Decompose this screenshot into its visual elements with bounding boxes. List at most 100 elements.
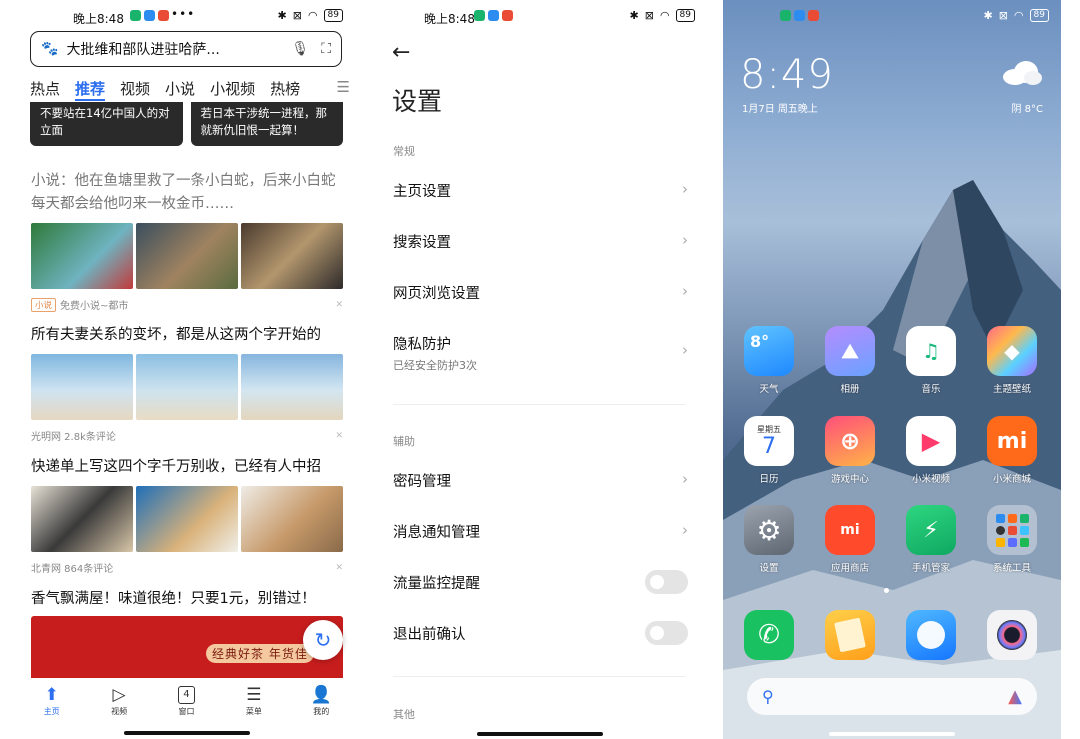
- setting-notifications[interactable]: 消息通知管理 ›: [393, 513, 688, 553]
- dock-browser[interactable]: [899, 610, 963, 660]
- date-text: 1月7日 周五晚上: [742, 104, 818, 115]
- setting-label: 退出前确认: [393, 627, 466, 643]
- chevron-right-icon: ›: [682, 231, 688, 249]
- ad-banner-image[interactable]: 经典好茶 年货佳: [31, 616, 343, 678]
- app-label: 相册: [840, 384, 860, 395]
- dismiss-icon[interactable]: ✕: [335, 300, 343, 310]
- notification-icons: [474, 10, 513, 21]
- tab-novel[interactable]: 小说: [165, 78, 195, 101]
- setting-passwords[interactable]: 密码管理 ›: [393, 462, 688, 502]
- search-bar[interactable]: 🐾 大批维和部队进驻哈萨... 🎙 ⛶: [30, 31, 342, 67]
- news-card[interactable]: 不要站在14亿中国人的对立面: [30, 102, 183, 146]
- toggle-knob: [650, 626, 664, 640]
- sim-icon: ⊠: [998, 9, 1008, 22]
- status-bar: 晚上8:48 ••• ✱ ⊠ ◠ 89: [18, 0, 355, 34]
- feed-title[interactable]: 香气飘满屋！味道很绝！只要1元，别错过！: [31, 588, 343, 611]
- app-security[interactable]: ⚡ 手机管家: [899, 505, 963, 574]
- app-themes[interactable]: ◆ 主题壁纸: [980, 326, 1044, 395]
- feed-tabs: 热点 推荐 视频 小说 小视频 热榜 ☰: [30, 78, 350, 101]
- app-game-center[interactable]: ⊕ 游戏中心: [818, 416, 882, 485]
- feed-title[interactable]: 所有夫妻关系的变坏，都是从这两个字开始的: [31, 324, 343, 347]
- cloud-icon: [1003, 61, 1042, 85]
- setting-search[interactable]: 搜索设置 ›: [393, 223, 688, 263]
- divider: [393, 404, 686, 405]
- phone-icon: ✆: [744, 610, 794, 660]
- camera-icon: [987, 610, 1037, 660]
- folder-app-icon: [1007, 537, 1017, 547]
- dock-camera[interactable]: [980, 610, 1044, 660]
- gallery-icon: ⛰: [825, 326, 875, 376]
- tab-short-video[interactable]: 小视频: [210, 78, 255, 101]
- folder-app-icon: [1007, 525, 1017, 535]
- search-query[interactable]: 大批维和部队进驻哈萨...: [66, 39, 279, 59]
- thumbnail-image: [31, 354, 133, 420]
- app-calendar[interactable]: 星期五 7 日历: [737, 416, 801, 485]
- app-mi-store[interactable]: mi 小米商城: [980, 416, 1044, 485]
- browser-screen: 晚上8:48 ••• ✱ ⊠ ◠ 89 🐾 大批维和部队进驻哈萨... 🎙 ⛶ …: [18, 0, 355, 739]
- app-label: 游戏中心: [830, 474, 869, 485]
- exit-confirm-toggle[interactable]: [645, 621, 688, 645]
- feed-title[interactable]: 小说：他在鱼塘里救了一条小白蛇，后来小白蛇每天都会给他叼来一枚金币……: [31, 170, 343, 216]
- clock-widget[interactable]: 8:49: [740, 52, 834, 98]
- data-monitor-toggle[interactable]: [645, 570, 688, 594]
- feed-meta: 小说 免费小说~都市 ✕: [31, 297, 343, 312]
- settings-screen: 晚上8:48 ✱ ⊠ ◠ 89 ← 设置 常规 主页设置 › 搜索设置 › 网页…: [372, 0, 707, 739]
- app-music[interactable]: ♫ 音乐: [899, 326, 963, 395]
- app-app-store[interactable]: mi 应用商店: [818, 505, 882, 574]
- tab-hot-list[interactable]: 热榜: [270, 78, 300, 101]
- chevron-right-icon: ›: [682, 341, 688, 359]
- divider: [393, 676, 686, 677]
- back-arrow-icon[interactable]: ←: [392, 40, 410, 65]
- dismiss-icon[interactable]: ✕: [335, 431, 343, 441]
- refresh-button[interactable]: ↻: [303, 620, 343, 660]
- scan-icon[interactable]: ⛶: [321, 41, 331, 57]
- feed-item[interactable]: 所有夫妻关系的变坏，都是从这两个字开始的 光明网 2.8k条评论 ✕: [31, 324, 343, 443]
- more-notifications-icon: •••: [171, 7, 196, 21]
- app-store-bag-icon: mi: [825, 505, 875, 555]
- notification-icons: [130, 10, 169, 21]
- setting-home[interactable]: 主页设置 ›: [393, 172, 688, 212]
- thumbnail-image: [31, 223, 133, 289]
- app-label: 主题壁纸: [992, 384, 1031, 395]
- setting-label: 密码管理: [393, 474, 451, 490]
- home-indicator[interactable]: [476, 732, 603, 736]
- app-label: 小米视频: [911, 474, 950, 485]
- tab-hot[interactable]: 热点: [30, 78, 60, 101]
- novel-tag: 小说: [31, 297, 57, 312]
- nav-profile[interactable]: 👤 我的: [296, 684, 346, 739]
- themes-icon: ◆: [987, 326, 1037, 376]
- dismiss-icon[interactable]: ✕: [335, 563, 343, 573]
- app-mi-video[interactable]: ▶ 小米视频: [899, 416, 963, 485]
- dock-phone[interactable]: ✆: [737, 610, 801, 660]
- app-system-tools[interactable]: 系统工具: [980, 505, 1044, 574]
- app-notification-icon: [488, 10, 499, 21]
- microphone-icon[interactable]: 🎙: [291, 41, 309, 57]
- nav-home[interactable]: ⬆ 主页: [27, 684, 77, 739]
- feed-title[interactable]: 快递单上写这四个字千万别收，已经有人中招: [31, 456, 343, 479]
- setting-browsing[interactable]: 网页浏览设置 ›: [393, 274, 688, 314]
- thumbnail-image: [241, 486, 343, 552]
- app-gallery[interactable]: ⛰ 相册: [818, 326, 882, 395]
- feed-thumbnails: [31, 354, 343, 420]
- home-search-bar[interactable]: ⚲ ▲: [747, 678, 1037, 715]
- home-indicator[interactable]: [829, 732, 955, 736]
- feed-item[interactable]: 香气飘满屋！味道很绝！只要1元，别错过！: [31, 588, 343, 611]
- feed-item[interactable]: 快递单上写这四个字千万别收，已经有人中招 北青网 864条评论 ✕: [31, 456, 343, 575]
- feed-item[interactable]: 小说：他在鱼塘里救了一条小白蛇，后来小白蛇每天都会给他叼来一枚金币…… 小说 免…: [31, 170, 343, 312]
- app-notification-icon: [780, 10, 791, 21]
- tabs-menu-icon[interactable]: ☰: [337, 78, 350, 101]
- bluetooth-icon: ✱: [277, 9, 287, 22]
- news-card[interactable]: 若日本干涉统一进程，那就新仇旧恨一起算！: [190, 102, 343, 146]
- status-bar: ✱ ⊠ ◠ 89: [723, 0, 1061, 34]
- tab-recommend[interactable]: 推荐: [75, 78, 106, 101]
- app-weather[interactable]: 8° 天气: [737, 326, 801, 395]
- status-bar: 晚上8:48 ✱ ⊠ ◠ 89: [372, 0, 707, 34]
- dock-notes[interactable]: [818, 610, 882, 660]
- thumbnail-image: [136, 354, 238, 420]
- setting-privacy[interactable]: 隐私防护 已经安全防护3次 ›: [393, 325, 688, 375]
- tab-video[interactable]: 视频: [120, 78, 150, 101]
- assistant-icon[interactable]: ▲: [1008, 686, 1022, 707]
- nav-label: 视频: [111, 707, 128, 716]
- app-settings[interactable]: ⚙ 设置: [737, 505, 801, 574]
- home-indicator[interactable]: [123, 731, 250, 735]
